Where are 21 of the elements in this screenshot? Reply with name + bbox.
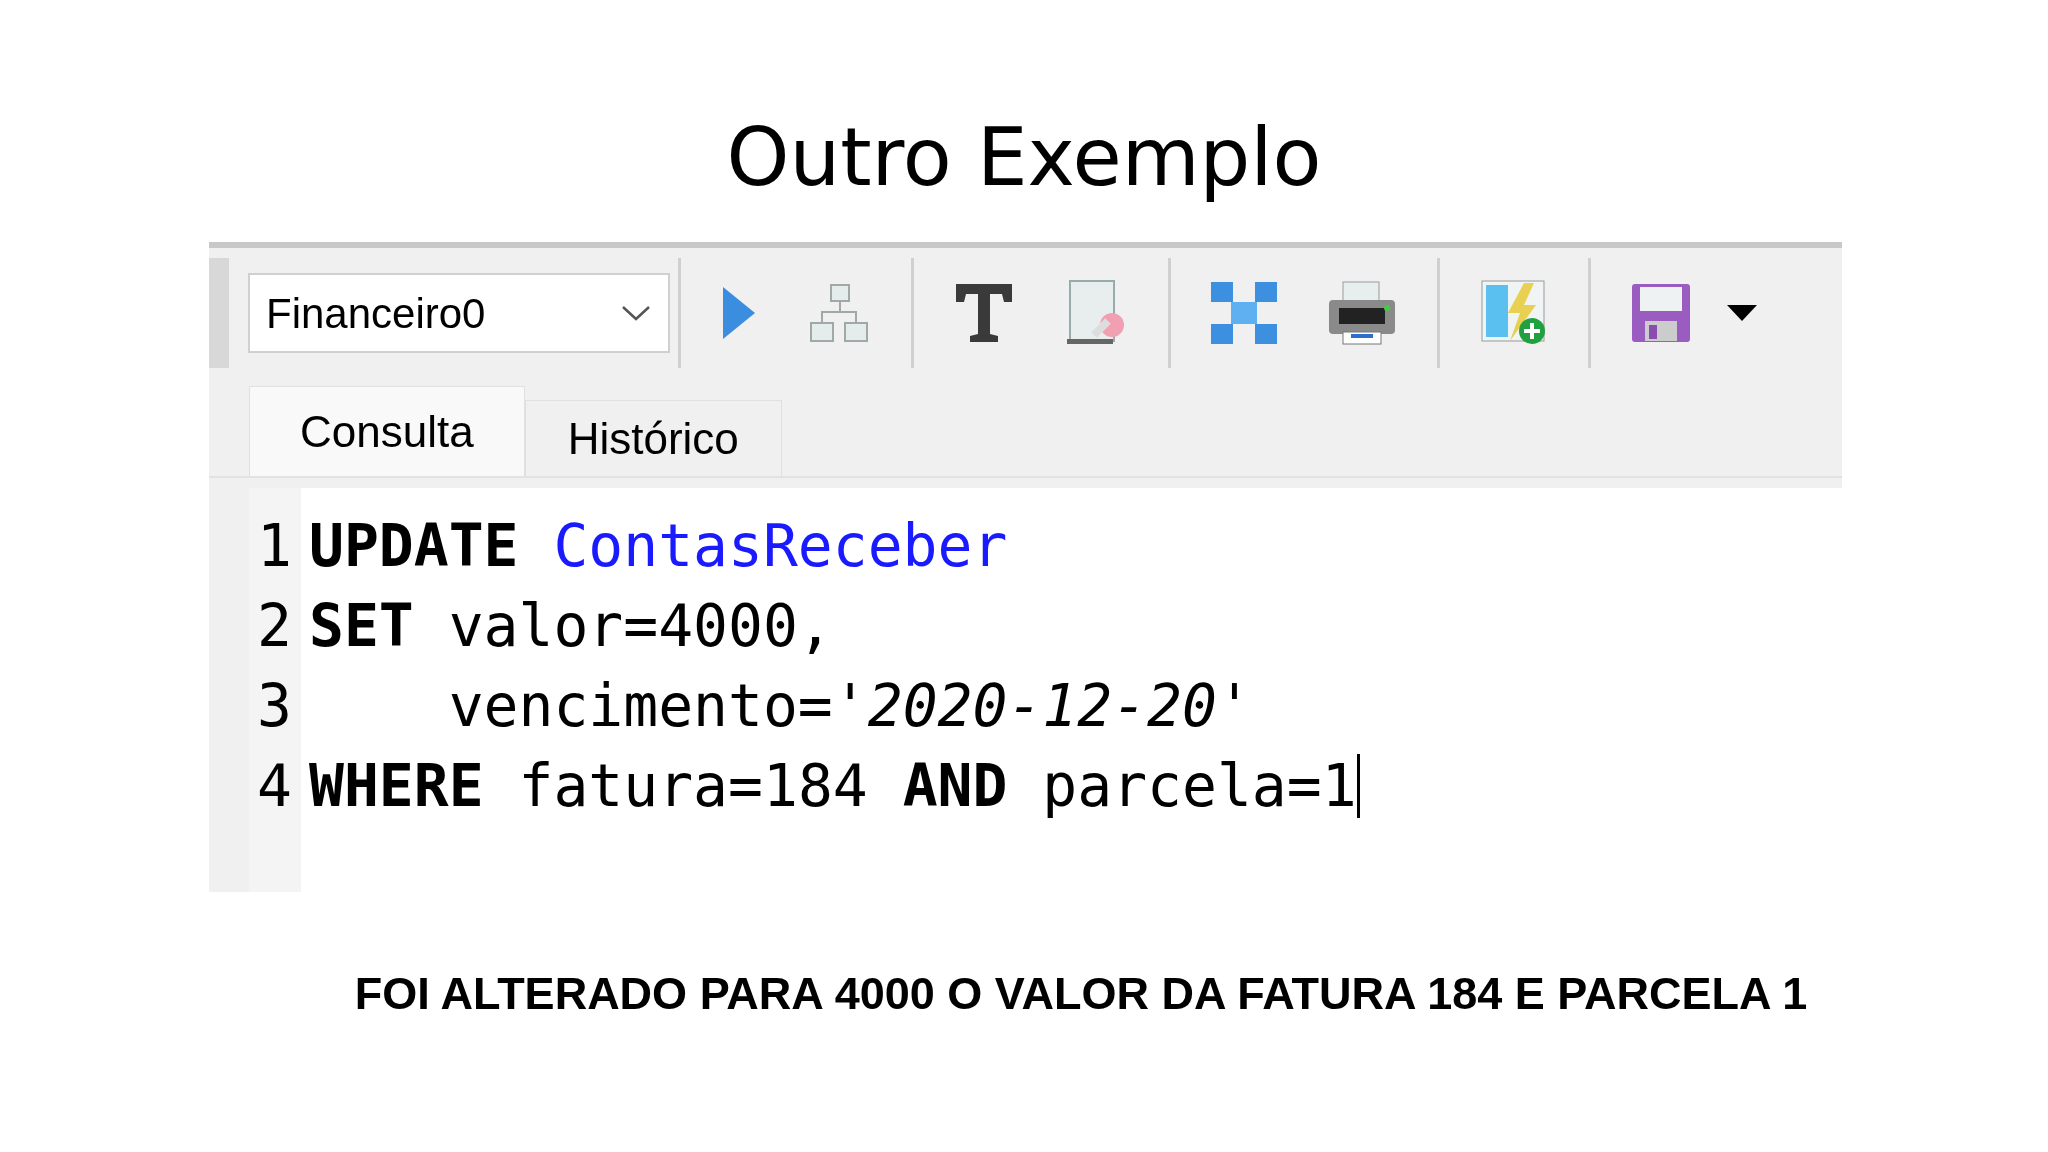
chevron-down-icon bbox=[620, 303, 652, 323]
code-line: vencimento='2020-12-20' bbox=[447, 671, 1252, 742]
database-dropdown[interactable]: Financeiro0 bbox=[248, 273, 670, 353]
line-number: 1 bbox=[256, 511, 293, 582]
tab[interactable]: Consulta bbox=[249, 386, 525, 476]
caption: FOI ALTERADO PARA 4000 O VALOR DA FATURA 184 E PARCELA 1 bbox=[354, 967, 1808, 1021]
line-number: 3 bbox=[256, 671, 293, 742]
code-line: UPDATE ContasReceber bbox=[309, 511, 1008, 582]
line-number: 2 bbox=[256, 591, 293, 662]
code-line: SET valor=4000, bbox=[309, 591, 833, 662]
network-grid-icon[interactable] bbox=[1211, 282, 1277, 344]
printer-icon[interactable] bbox=[1327, 280, 1397, 346]
save-icon[interactable] bbox=[1631, 283, 1691, 343]
line-number: 4 bbox=[256, 751, 293, 822]
tab[interactable]: Histórico bbox=[524, 400, 782, 476]
text-format-icon[interactable] bbox=[954, 282, 1014, 344]
play-icon[interactable] bbox=[721, 285, 757, 341]
table-lightning-plus-icon[interactable] bbox=[1480, 279, 1548, 347]
dropdown-arrow-icon[interactable] bbox=[1727, 305, 1757, 321]
code-line: WHERE fatura=184 AND parcela=1 bbox=[309, 751, 1357, 822]
sql-editor[interactable]: 1 2 3 4 UPDATE ContasReceber SET valor=4000, vencimento='2020-12-20' WHERE fatura=184 AND parcela=1 bbox=[249, 488, 1842, 892]
